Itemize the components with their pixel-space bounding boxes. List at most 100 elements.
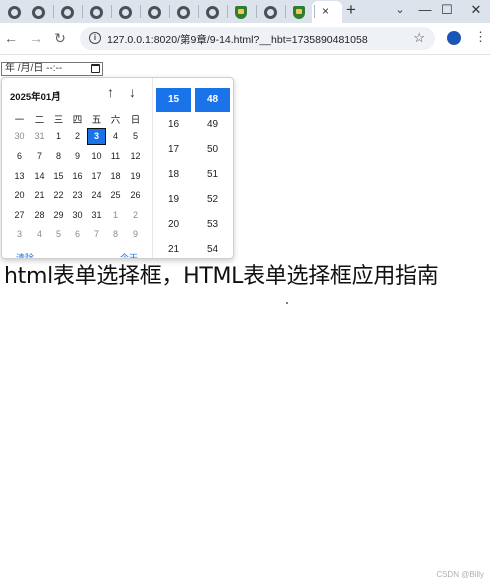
address-bar[interactable]: i 127.0.0.1:8020/第9章/9-14.html?__hbt=173…	[80, 27, 435, 50]
calendar-day[interactable]: 22	[49, 187, 68, 204]
clear-button[interactable]: 清除	[16, 251, 34, 258]
calendar-day[interactable]: 8	[49, 148, 68, 165]
watermark: CSDN @Billy	[436, 570, 484, 579]
browser-tab[interactable]	[146, 4, 162, 20]
calendar-icon[interactable]	[91, 64, 100, 73]
site-info-icon[interactable]: i	[89, 32, 101, 44]
calendar-day[interactable]: 20	[10, 187, 29, 204]
browser-tab[interactable]	[30, 4, 46, 20]
calendar-day[interactable]: 2	[126, 207, 145, 224]
calendar-day[interactable]: 4	[30, 226, 49, 243]
hour-option[interactable]: 19	[156, 188, 191, 212]
next-month-button[interactable]: ↓	[129, 84, 136, 100]
calendar-day[interactable]: 30	[68, 207, 87, 224]
hour-option[interactable]: 16	[156, 113, 191, 137]
minute-option[interactable]: 48	[195, 88, 230, 112]
browser-tab[interactable]	[117, 4, 133, 20]
month-year-label[interactable]: 2025年01月	[10, 89, 61, 103]
globe-icon	[205, 5, 219, 19]
browser-tab[interactable]	[204, 4, 220, 20]
browser-tab[interactable]	[233, 4, 249, 20]
browser-tab[interactable]	[175, 4, 191, 20]
browser-menu-icon[interactable]: ⋮	[474, 29, 487, 45]
minute-option[interactable]: 53	[195, 213, 230, 237]
minute-option[interactable]: 50	[195, 138, 230, 162]
calendar-day[interactable]: 9	[126, 226, 145, 243]
minimize-button[interactable]: —	[415, 2, 435, 18]
calendar-day[interactable]: 8	[106, 226, 125, 243]
datetime-input[interactable]: 年 /月/日 --:--	[1, 62, 103, 76]
calendar-day[interactable]: 16	[68, 168, 87, 185]
calendar-day[interactable]: 23	[68, 187, 87, 204]
calendar-day[interactable]: 18	[106, 168, 125, 185]
calendar-day[interactable]: 9	[68, 148, 87, 165]
month-dropdown-caret-icon[interactable]: ▾	[56, 89, 60, 97]
calendar-day[interactable]: 1	[49, 128, 68, 145]
minute-option[interactable]: 51	[195, 163, 230, 187]
hour-option[interactable]: 20	[156, 213, 191, 237]
back-button[interactable]: ←	[2, 30, 20, 46]
shield-icon	[235, 5, 247, 19]
calendar-day[interactable]: 28	[30, 207, 49, 224]
calendar-day[interactable]: 21	[30, 187, 49, 204]
profile-avatar-icon[interactable]	[447, 31, 461, 45]
calendar-day[interactable]: 13	[10, 168, 29, 185]
calendar-day[interactable]: 5	[49, 226, 68, 243]
calendar-day[interactable]: 6	[10, 148, 29, 165]
calendar-day[interactable]: 24	[87, 187, 106, 204]
browser-tab[interactable]	[6, 4, 22, 20]
today-button[interactable]: 今天	[120, 251, 138, 258]
browser-tab[interactable]	[88, 4, 104, 20]
calendar-day[interactable]: 2	[68, 128, 87, 145]
calendar-day[interactable]: 5	[126, 128, 145, 145]
calendar-day[interactable]: 26	[126, 187, 145, 204]
tab-search-dropdown-icon[interactable]: ⌄	[390, 2, 410, 18]
calendar-day[interactable]: 6	[68, 226, 87, 243]
close-window-button[interactable]: ✕	[466, 2, 486, 18]
calendar-day[interactable]: 4	[106, 128, 125, 145]
calendar-day[interactable]: 14	[30, 168, 49, 185]
calendar-day[interactable]: 27	[10, 207, 29, 224]
minute-option[interactable]: 54	[195, 238, 230, 258]
globe-icon	[60, 5, 74, 19]
hour-option[interactable]: 17	[156, 138, 191, 162]
tab-separator	[53, 5, 54, 18]
calendar-day[interactable]: 3	[10, 226, 29, 243]
url-text[interactable]: 127.0.0.1:8020/第9章/9-14.html?__hbt=17358…	[107, 32, 368, 47]
forward-button[interactable]: →	[27, 30, 45, 46]
tab-separator	[198, 5, 199, 18]
calendar-day-selected[interactable]: 3	[87, 128, 106, 145]
calendar-day[interactable]: 15	[49, 168, 68, 185]
calendar-day[interactable]: 30	[10, 128, 29, 145]
calendar-day[interactable]: 11	[106, 148, 125, 165]
tab-separator	[111, 5, 112, 18]
previous-month-button[interactable]: ↑	[107, 84, 114, 100]
hour-option[interactable]: 21	[156, 238, 191, 258]
datetime-input-placeholder: 年 /月/日 --:--	[5, 63, 63, 74]
bookmark-star-icon[interactable]: ☆	[413, 30, 425, 46]
reload-button[interactable]: ↻	[51, 30, 69, 46]
calendar-day[interactable]: 17	[87, 168, 106, 185]
page-caption: html表单选择框，HTML表单选择框应用指南	[4, 264, 439, 289]
new-tab-button[interactable]: +	[346, 0, 356, 20]
calendar-day[interactable]: 29	[49, 207, 68, 224]
calendar-day[interactable]: 7	[87, 226, 106, 243]
hour-option[interactable]: 15	[156, 88, 191, 112]
calendar-day[interactable]: 31	[87, 207, 106, 224]
browser-tab[interactable]	[59, 4, 75, 20]
hour-option[interactable]: 18	[156, 163, 191, 187]
calendar-day[interactable]: 31	[30, 128, 49, 145]
calendar-day[interactable]: 7	[30, 148, 49, 165]
calendar-day[interactable]: 12	[126, 148, 145, 165]
calendar-day[interactable]: 1	[106, 207, 125, 224]
browser-tab[interactable]	[262, 4, 278, 20]
weekday-header: 四	[72, 115, 83, 126]
calendar-day[interactable]: 25	[106, 187, 125, 204]
calendar-day[interactable]: 19	[126, 168, 145, 185]
minute-option[interactable]: 49	[195, 113, 230, 137]
maximize-button[interactable]: ☐	[437, 2, 457, 18]
minute-option[interactable]: 52	[195, 188, 230, 212]
tab-close-icon[interactable]: ×	[322, 3, 329, 19]
calendar-day[interactable]: 10	[87, 148, 106, 165]
browser-tab[interactable]	[291, 4, 307, 20]
